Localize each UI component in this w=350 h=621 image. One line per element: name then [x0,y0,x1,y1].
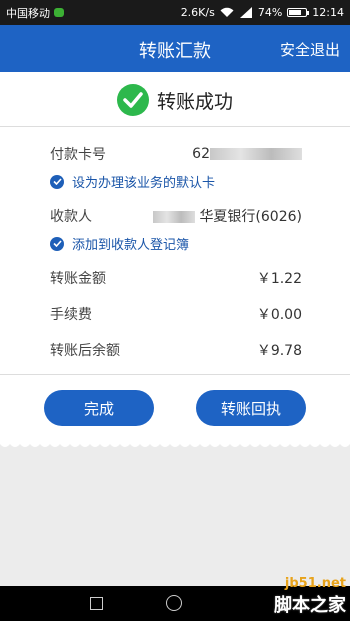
checkmark-success-icon [116,84,149,116]
success-banner: 转账成功 [0,82,350,118]
clock: 12:14 [312,6,344,19]
result-panel: 转账成功 付款卡号 62 设为办理该业务的默认卡 收款人 华夏银行(6026) … [0,72,350,442]
payer-card-value: 62 [192,146,302,162]
divider [0,126,350,127]
divider [0,374,350,375]
payee-bank: 华夏银行(6026) [199,209,302,225]
default-card-option[interactable]: 设为办理该业务的默认卡 [50,172,215,191]
card-prefix: 62 [192,146,210,162]
check-icon [50,174,64,189]
carrier-label: 中国移动 [6,6,50,20]
status-bar: 中国移动 2.6K/s 74% 12:14 [0,0,350,25]
default-card-label: 设为办理该业务的默认卡 [72,176,216,191]
app-header: 转账汇款 安全退出 [0,25,350,72]
receipt-edge [0,442,350,447]
home-icon[interactable] [166,595,182,611]
check-icon [50,236,64,251]
done-button[interactable]: 完成 [44,390,154,426]
masked-card-number [210,148,302,160]
watermark-url: jb51.net [284,576,346,591]
payee-label: 收款人 [50,209,92,225]
balance-value: ￥9.78 [256,343,302,359]
amount-row: 转账金额 ￥1.22 [50,268,302,288]
payer-label: 付款卡号 [50,147,106,163]
battery-percent: 74% [257,6,283,19]
masked-payee-name [152,211,195,223]
register-payee-label: 添加到收款人登记簿 [72,238,190,253]
logout-button[interactable]: 安全退出 [280,39,340,60]
signal-icon [239,7,253,18]
receipt-button[interactable]: 转账回执 [196,390,306,426]
fee-label: 手续费 [50,307,92,323]
network-speed: 2.6K/s [180,6,215,19]
balance-label: 转账后余额 [50,343,120,359]
balance-row: 转账后余额 ￥9.78 [50,340,302,360]
fee-row: 手续费 ￥0.00 [50,304,302,324]
watermark-text: 脚本之家 [274,595,346,616]
payee-value: 华夏银行(6026) [152,206,302,226]
amount-value: ￥1.22 [256,271,302,287]
register-payee-option[interactable]: 添加到收款人登记簿 [50,234,189,253]
recent-apps-icon[interactable] [90,597,103,610]
battery-fill [289,10,302,15]
amount-label: 转账金额 [50,271,106,287]
success-text: 转账成功 [156,90,233,113]
wechat-notification-icon [54,8,64,17]
battery-icon [287,8,310,17]
watermark: jb51.net 脚本之家 [274,576,346,617]
wifi-icon [220,7,234,18]
payee-row: 收款人 华夏银行(6026) [50,206,302,226]
payer-row: 付款卡号 62 [50,144,302,164]
fee-value: ￥0.00 [256,307,302,323]
